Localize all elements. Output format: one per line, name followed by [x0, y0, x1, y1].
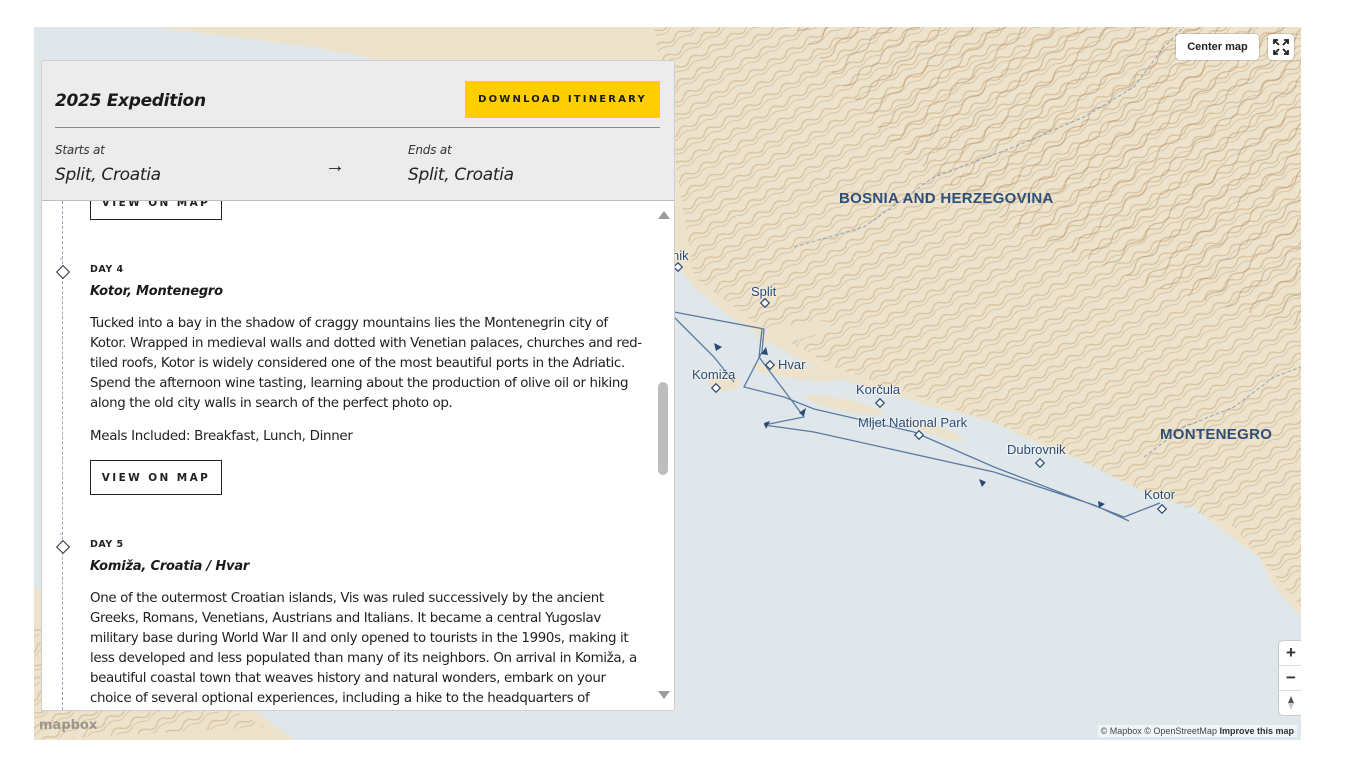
port-label-mljet[interactable]: Mljet National Park [858, 415, 967, 430]
fullscreen-button[interactable] [1268, 34, 1294, 60]
timeline-diamond-icon [55, 539, 71, 555]
download-itinerary-button[interactable]: DOWNLOAD ITINERARY [465, 81, 660, 118]
zoom-in-button[interactable]: + [1279, 641, 1301, 666]
port-label-split[interactable]: Split [751, 284, 776, 299]
end-location: Split, Croatia [408, 165, 514, 185]
port-label-dubrovnik[interactable]: Dubrovnik [1007, 442, 1066, 457]
port-label-kotor[interactable]: Kotor [1144, 487, 1175, 502]
country-label-montenegro: MONTENEGRO [1160, 426, 1273, 443]
fullscreen-icon [1273, 39, 1289, 55]
day-title: Kotor, Montenegro [90, 284, 223, 299]
compass-icon [1288, 696, 1294, 710]
mapbox-logo[interactable]: mapbox [39, 718, 97, 733]
improve-map-link[interactable]: Improve this map [1219, 726, 1294, 736]
map-attribution: © Mapbox © OpenStreetMap Improve this ma… [1097, 725, 1297, 737]
start-location: Split, Croatia [55, 165, 161, 185]
ends-at-label: Ends at [408, 143, 452, 157]
timeline-chevron-icon: ⌄ [58, 253, 65, 262]
port-label-komiza[interactable]: Komiža [692, 367, 735, 382]
day-description: Tucked into a bay in the shadow of cragg… [90, 316, 642, 411]
itinerary-scroll-area[interactable]: VIEW ON MAP ⌄ DAY 4 Kotor, Montenegro Tu… [42, 201, 674, 710]
header-divider [55, 127, 660, 128]
port-label-hvar[interactable]: Hvar [778, 357, 805, 372]
port-label-korcula[interactable]: Korčula [856, 382, 900, 397]
scrollbar[interactable] [656, 201, 670, 710]
scroll-thumb[interactable] [658, 382, 668, 475]
zoom-controls: + − [1279, 641, 1301, 715]
zoom-out-button[interactable]: − [1279, 666, 1301, 691]
trip-title: 2025 Expedition [55, 91, 206, 111]
panel-header: 2025 Expedition DOWNLOAD ITINERARY Start… [42, 61, 674, 201]
center-map-button[interactable]: Center map [1176, 34, 1259, 60]
view-on-map-button[interactable]: VIEW ON MAP [90, 460, 222, 495]
day-label: DAY 5 [90, 539, 124, 550]
country-label-bosnia: BOSNIA AND HERZEGOVINA [839, 190, 1054, 207]
timeline-chevron-icon: ⌄ [58, 528, 65, 537]
attribution-text[interactable]: © Mapbox © OpenStreetMap [1101, 726, 1217, 736]
day-title: Komiža, Croatia / Hvar [90, 559, 250, 574]
day-label: DAY 4 [90, 264, 124, 275]
compass-button[interactable] [1279, 691, 1301, 715]
starts-at-label: Starts at [55, 143, 105, 157]
meals-included: Meals Included: Breakfast, Lunch, Dinner [90, 429, 353, 444]
timeline-diamond-icon [55, 264, 71, 280]
scroll-down-arrow-icon[interactable] [658, 691, 670, 699]
day-description: One of the outermost Croatian islands, V… [90, 591, 637, 706]
itinerary-panel: 2025 Expedition DOWNLOAD ITINERARY Start… [41, 60, 675, 711]
scroll-up-arrow-icon[interactable] [658, 211, 670, 219]
view-on-map-button[interactable]: VIEW ON MAP [90, 201, 222, 220]
arrow-right-icon: → [325, 155, 345, 177]
